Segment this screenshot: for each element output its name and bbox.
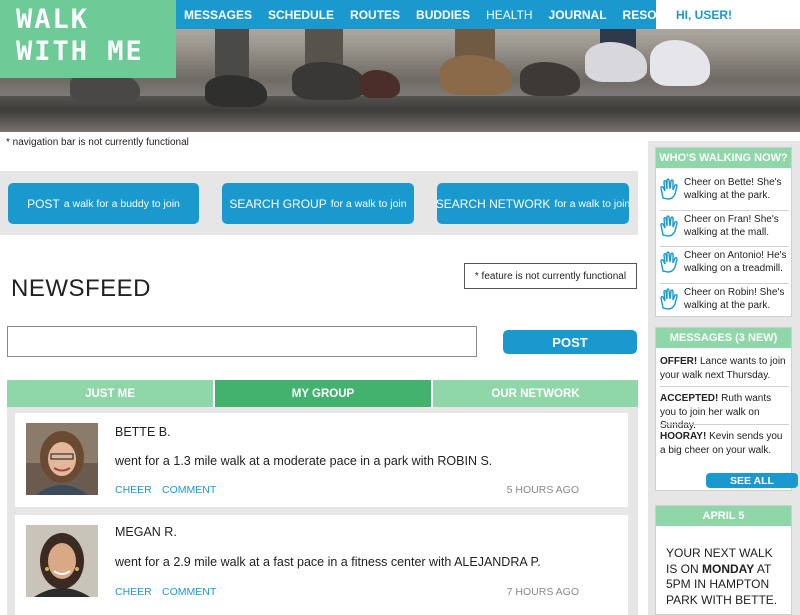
post-timestamp: 5 HOURS AGO — [506, 484, 579, 496]
feed-tabs: JUST ME MY GROUP OUR NETWORK — [7, 380, 638, 407]
user-greeting[interactable]: HI, USER! — [656, 0, 800, 29]
high-five-icon — [660, 178, 678, 200]
walking-text: Cheer on Robin! She's walking at the par… — [684, 286, 792, 312]
search-network-main: SEARCH NETWORK — [435, 196, 551, 211]
divider — [660, 246, 789, 247]
nav-journal[interactable]: JOURNAL — [549, 8, 607, 22]
whos-walking-panel: WHO'S WALKING NOW? Cheer on Bette! She's… — [655, 147, 792, 317]
walking-name: Antonio — [727, 250, 762, 261]
post-text: went for a 1.3 mile walk at a moderate p… — [115, 454, 492, 468]
post-buddy[interactable]: ROBIN S. — [437, 454, 492, 468]
walking-pre: Cheer on — [684, 177, 728, 188]
newsfeed-title: NEWSFEED — [11, 275, 152, 302]
next-walk-text: YOUR NEXT WALK IS ON MONDAY AT 5PM IN HA… — [666, 546, 786, 608]
post-text-body: went for a 2.9 mile walk at a fast pace … — [115, 555, 455, 569]
nav-health[interactable]: HEALTH — [486, 8, 532, 22]
avatar[interactable] — [26, 525, 98, 597]
next-walk-day: MONDAY — [702, 561, 755, 576]
post-author[interactable]: MEGAN R. — [115, 525, 177, 539]
walking-pre: Cheer on — [684, 250, 728, 261]
calendar-date: APRIL 5 — [656, 506, 791, 526]
post-walk-button[interactable]: POST a walk for a buddy to join — [8, 183, 199, 224]
divider — [660, 424, 789, 425]
message-lead: ACCEPTED! — [660, 393, 719, 404]
post-text-body: went for a 1.3 mile walk at a moderate p… — [115, 454, 438, 468]
high-five-icon — [660, 251, 678, 273]
feature-disclaimer: * feature is not currently functional — [464, 263, 637, 289]
walking-name: Bette — [727, 177, 752, 188]
walking-item[interactable]: Cheer on Antonio! He's walking on a trea… — [658, 249, 791, 279]
message-item[interactable]: ACCEPTED! Ruth wants you to join her wal… — [660, 392, 790, 433]
sidebar: WHO'S WALKING NOW? Cheer on Bette! She's… — [648, 141, 800, 615]
walking-pre: Cheer on — [684, 214, 728, 225]
search-network-rest: for a walk to join — [554, 197, 631, 210]
message-lead: HOORAY! — [660, 431, 707, 442]
post-text: went for a 2.9 mile walk at a fast pace … — [115, 555, 541, 569]
post-button[interactable]: POST — [503, 330, 637, 354]
tab-our-network[interactable]: OUR NETWORK — [433, 380, 638, 407]
whos-walking-title: WHO'S WALKING NOW? — [656, 148, 791, 168]
megan-photo-icon — [26, 525, 98, 597]
message-item[interactable]: OFFER! Lance wants to join your walk nex… — [660, 355, 790, 382]
post-walk-main: POST — [27, 196, 60, 211]
nav-routes[interactable]: ROUTES — [350, 8, 400, 22]
calendar-panel: APRIL 5 YOUR NEXT WALK IS ON MONDAY AT 5… — [655, 505, 792, 615]
search-group-main: SEARCH GROUP — [229, 196, 327, 211]
walking-name: Fran — [727, 214, 749, 225]
walking-text: Cheer on Antonio! He's walking on a trea… — [684, 249, 792, 275]
action-panel: POST a walk for a buddy to join SEARCH G… — [0, 171, 638, 235]
cheer-link[interactable]: CHEER — [115, 484, 152, 496]
walking-item[interactable]: Cheer on Fran! She's walking at the mall… — [658, 213, 791, 243]
message-item[interactable]: HOORAY! Kevin sends you a big cheer on y… — [660, 430, 790, 457]
navigation-bar: MESSAGES SCHEDULE ROUTES BUDDIES HEALTH … — [176, 0, 699, 29]
search-group-button[interactable]: SEARCH GROUP for a walk to join — [222, 183, 414, 224]
walking-name: Robin — [727, 287, 755, 298]
messages-panel: MESSAGES (3 NEW) OFFER! Lance wants to j… — [655, 327, 792, 491]
high-five-icon — [660, 215, 678, 237]
nav-schedule[interactable]: SCHEDULE — [268, 8, 334, 22]
comment-link[interactable]: COMMENT — [162, 484, 216, 496]
message-lead: OFFER! — [660, 356, 698, 367]
walking-item[interactable]: Cheer on Robin! She's walking at the par… — [658, 286, 791, 316]
divider — [660, 386, 789, 387]
search-network-button[interactable]: SEARCH NETWORK for a walk to join — [435, 183, 631, 224]
post-timestamp: 7 HOURS AGO — [506, 586, 579, 598]
tab-my-group[interactable]: MY GROUP — [215, 380, 431, 407]
nav-messages[interactable]: MESSAGES — [184, 8, 252, 22]
divider — [660, 210, 789, 211]
logo-line-1: WALK — [16, 4, 90, 35]
cheer-link[interactable]: CHEER — [115, 586, 152, 598]
walking-item[interactable]: Cheer on Bette! She's walking at the par… — [658, 176, 791, 206]
see-all-button[interactable]: SEE ALL — [706, 473, 798, 488]
logo[interactable]: WALK WITH ME — [0, 0, 176, 78]
bette-photo-icon — [26, 423, 98, 495]
logo-line-2: WITH ME — [16, 36, 144, 67]
messages-title: MESSAGES (3 NEW) — [656, 328, 791, 348]
feed-post: BETTE B. went for a 1.3 mile walk at a m… — [15, 413, 628, 507]
post-buddy[interactable]: ALEJANDRA P. — [454, 555, 541, 569]
feed-post: MEGAN R. went for a 2.9 mile walk at a f… — [15, 515, 628, 615]
nav-buddies[interactable]: BUDDIES — [416, 8, 470, 22]
post-walk-rest: a walk for a buddy to join — [63, 197, 180, 210]
post-author[interactable]: BETTE B. — [115, 425, 171, 439]
avatar[interactable] — [26, 423, 98, 495]
walking-pre: Cheer on — [684, 287, 728, 298]
status-input[interactable] — [7, 326, 477, 357]
walking-text: Cheer on Bette! She's walking at the par… — [684, 176, 792, 202]
nav-disclaimer: * navigation bar is not currently functi… — [6, 137, 189, 148]
search-group-rest: for a walk to join — [330, 197, 407, 210]
walking-text: Cheer on Fran! She's walking at the mall… — [684, 213, 792, 239]
high-five-icon — [660, 288, 678, 310]
tab-just-me[interactable]: JUST ME — [7, 380, 213, 407]
comment-link[interactable]: COMMENT — [162, 586, 216, 598]
divider — [660, 283, 789, 284]
